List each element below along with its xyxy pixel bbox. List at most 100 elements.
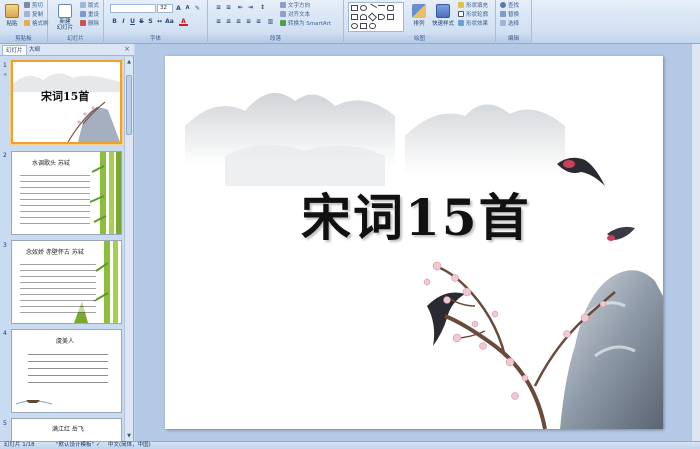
scroll-up-icon[interactable]: ▲ [126,59,132,65]
heart-shape-icon[interactable] [369,23,376,29]
current-slide[interactable]: 宋词15首 [165,56,663,429]
diamond-shape-icon[interactable] [367,12,378,22]
replace-button[interactable]: 替换 [500,11,519,20]
select-button[interactable]: 选择 [500,20,519,29]
copy-button[interactable]: 复制 [24,11,43,20]
slide-thumbnail-1[interactable]: 宋词15首 [11,60,122,144]
slide-number-1: 1 [3,62,7,69]
smartart-label: 转换为 SmartArt [288,21,332,27]
new-slide-button[interactable]: 新建 幻灯片 [52,2,78,34]
smartart-icon [280,20,286,26]
paste-button[interactable]: 粘贴 [1,2,23,34]
reset-icon [80,11,86,17]
rounded-rect-shape-icon[interactable] [387,5,394,11]
font-size-field[interactable]: 32 [157,4,173,13]
slide-number-4: 4 [3,330,7,337]
pane-scroll-thumb[interactable] [126,75,132,135]
boat-icon [15,400,53,405]
delete-label: 删除 [88,21,100,27]
line-shape-icon[interactable] [367,3,378,13]
shrink-font-button[interactable]: A [183,4,192,13]
star-shape-icon[interactable] [387,14,394,20]
circle-shape-icon[interactable] [351,23,358,29]
text-direction-button[interactable]: 文字方向 [280,2,310,11]
font-group-label: 字体 [104,35,207,43]
close-icon[interactable]: × [124,45,130,53]
language-indicator[interactable]: 中文(简体，中国) [108,442,151,449]
spacing-button[interactable]: ↔ [155,17,164,26]
slides-group-label: 幻灯片 [48,35,103,43]
arrange-button[interactable]: 排列 [408,2,430,34]
shape-effects-button[interactable]: 形状效果 [458,20,488,29]
paste-label: 粘贴 [6,21,18,27]
columns-button[interactable]: ▥ [266,17,275,26]
cut-button[interactable]: 剪切 [24,2,43,11]
shapes-gallery[interactable] [348,2,404,32]
shape-fill-label: 形状填充 [466,3,489,9]
drawing-group: 排列 快速样式 形状填充 形状轮廓 形状效果 绘图 [344,0,496,44]
slide-5-thumb-title: 满江红 岳飞 [52,426,84,433]
numbering-button[interactable]: ≡ [224,3,233,12]
spellcheck-icon[interactable]: ✓ [96,442,101,449]
slide-thumbnail-5[interactable]: 满江红 岳飞 [11,418,122,441]
slide-counter: 幻灯片 1/18 [4,442,35,448]
editor-scrollbar[interactable] [691,44,700,441]
format-painter-button[interactable]: 格式刷 [24,20,49,29]
find-button[interactable]: 查找 [500,2,519,11]
tab-slides[interactable]: 幻灯片 [2,45,27,55]
justify-button[interactable]: ≡ [244,17,253,26]
slide-title[interactable]: 宋词15首 [301,178,531,250]
brace-shape-icon[interactable] [378,14,385,20]
align-left-button[interactable]: ≡ [214,17,223,26]
shadow-button[interactable]: S [146,17,155,26]
new-slide-icon [58,4,72,18]
scroll-down-icon[interactable]: ▼ [126,433,132,439]
oval-shape-icon[interactable] [360,5,367,11]
slide-thumbnail-3[interactable]: 念奴娇 赤壁怀古 苏轼 [11,240,122,324]
grow-font-button[interactable]: A [174,4,183,13]
slide-thumbnail-4[interactable]: 虞美人 [11,329,122,413]
pane-scrollbar[interactable]: ▲ ▼ [124,57,133,441]
layout-label: 版式 [88,3,100,9]
tab-outline[interactable]: 大纲 [26,45,43,55]
arrow-shape-icon[interactable] [378,5,385,11]
paragraph-group-label: 段落 [208,35,343,43]
increase-indent-button[interactable]: ⇥ [246,3,255,12]
font-group: 32 A A ✎ B I U S S ↔ Aa A 字体 [104,0,208,44]
arc-shape-icon[interactable] [360,14,367,20]
layout-icon [80,2,86,8]
quick-styles-button[interactable]: 快速样式 [430,2,456,34]
align-right-button[interactable]: ≡ [234,17,243,26]
decrease-indent-button[interactable]: ⇤ [236,3,245,12]
align-text-icon [280,11,286,17]
smartart-button[interactable]: 转换为 SmartArt [280,20,331,29]
clear-format-button[interactable]: ✎ [193,4,202,13]
strikethrough-button[interactable]: S [137,17,146,26]
scissors-icon [24,2,30,8]
font-color-button[interactable]: A [179,17,188,26]
shape-effects-label: 形状效果 [466,21,489,27]
callout-shape-icon[interactable] [360,23,367,29]
slide-thumbnail-2[interactable]: 水调歌头 苏轼 [11,151,122,235]
bullets-button[interactable]: ≡ [214,3,223,12]
textbox-shape-icon[interactable] [351,14,358,20]
distribute-button[interactable]: ≡ [254,17,263,26]
case-button[interactable]: Aa [165,17,174,26]
reset-button[interactable]: 重设 [80,11,99,20]
underline-button[interactable]: U [128,17,137,26]
cut-label: 剪切 [32,3,44,9]
text-direction-icon [280,2,286,8]
outline-icon [458,11,464,17]
shape-fill-button[interactable]: 形状填充 [458,2,488,11]
italic-button[interactable]: I [119,17,128,26]
align-center-button[interactable]: ≡ [224,17,233,26]
delete-slide-button[interactable]: 删除 [80,20,99,29]
layout-button[interactable]: 版式 [80,2,99,11]
bold-button[interactable]: B [110,17,119,26]
font-name-field[interactable] [110,4,156,13]
line-spacing-button[interactable]: ↕ [258,3,267,12]
rectangle-shape-icon[interactable] [351,5,358,11]
slides-pane: 幻灯片 大纲 × 1 ★ 宋词15首 2 水调歌头 苏轼 3 念奴娇 赤壁怀古 … [0,44,134,441]
align-text-button[interactable]: 对齐文本 [280,11,310,20]
shape-outline-button[interactable]: 形状轮廓 [458,11,488,20]
